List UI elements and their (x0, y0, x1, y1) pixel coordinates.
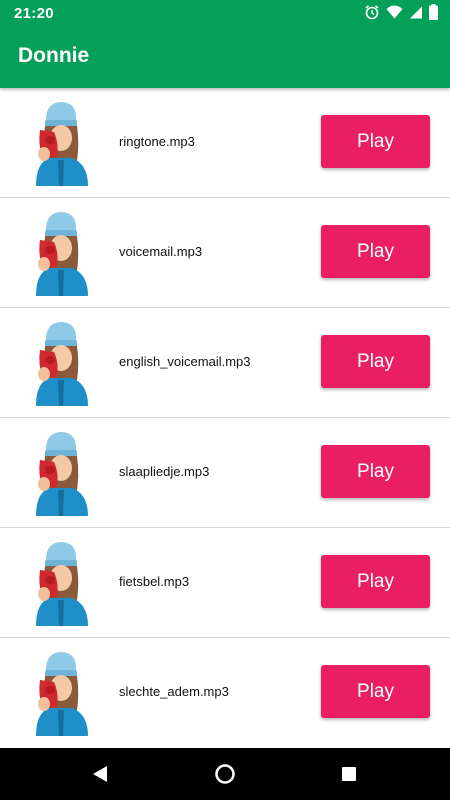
app-bar: Donnie (0, 28, 450, 88)
thumbnail-image (30, 430, 92, 516)
play-button[interactable]: Play (321, 665, 430, 718)
status-icons (364, 3, 438, 25)
sound-list: ringtone.mp3 Play voicemail.mp3 Play eng… (0, 88, 450, 748)
alarm-icon (364, 4, 380, 25)
play-button[interactable]: Play (321, 555, 430, 608)
status-time: 21:20 (14, 5, 54, 22)
play-button[interactable]: Play (321, 335, 430, 388)
play-button[interactable]: Play (321, 445, 430, 498)
battery-icon (429, 3, 438, 25)
thumbnail-image (30, 320, 92, 406)
back-icon[interactable] (88, 762, 112, 786)
signal-icon (409, 5, 423, 24)
sound-filename: slechte_adem.mp3 (119, 684, 229, 699)
wifi-icon (386, 5, 403, 24)
app-title: Donnie (18, 44, 90, 67)
navigation-bar (0, 748, 450, 800)
thumbnail-image (30, 210, 92, 296)
list-item: fietsbel.mp3 Play (0, 528, 450, 638)
status-bar: 21:20 (0, 0, 450, 28)
recents-icon[interactable] (337, 762, 361, 786)
play-button[interactable]: Play (321, 115, 430, 168)
list-item: english_voicemail.mp3 Play (0, 308, 450, 418)
list-item: slechte_adem.mp3 Play (0, 638, 450, 747)
sound-filename: fietsbel.mp3 (119, 574, 190, 589)
sound-filename: slaapliedje.mp3 (119, 464, 210, 479)
home-icon[interactable] (213, 762, 237, 786)
thumbnail-image (30, 100, 92, 186)
sound-filename: english_voicemail.mp3 (119, 354, 251, 369)
sound-filename: voicemail.mp3 (119, 244, 203, 259)
list-item: ringtone.mp3 Play (0, 88, 450, 198)
list-item: voicemail.mp3 Play (0, 198, 450, 308)
thumbnail-image (30, 540, 92, 626)
list-item: slaapliedje.mp3 Play (0, 418, 450, 528)
sound-filename: ringtone.mp3 (119, 134, 195, 149)
thumbnail-image (30, 650, 92, 736)
play-button[interactable]: Play (321, 225, 430, 278)
